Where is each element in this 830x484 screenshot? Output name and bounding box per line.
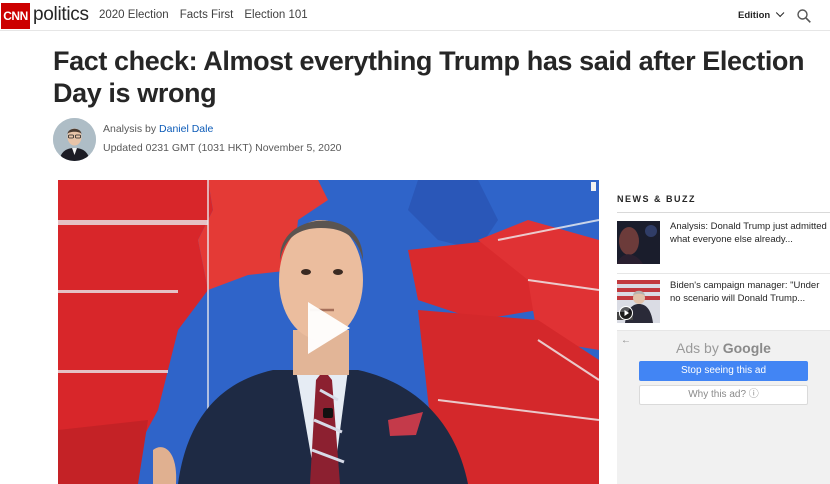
divider: [617, 273, 830, 274]
news-item-trump-admitted[interactable]: Analysis: Donald Trump just admitted wha…: [617, 221, 830, 265]
ad-panel: ← Ads by Google Stop seeing this ad Why …: [617, 331, 830, 484]
news-item-biden-campaign[interactable]: Biden's campaign manager: "Under no scen…: [617, 280, 830, 324]
ads-by-label: Ads by: [676, 340, 719, 356]
why-this-ad-button[interactable]: Why this ad? ⓘ: [639, 385, 808, 405]
google-label: Google: [722, 340, 771, 356]
play-icon: [619, 306, 633, 320]
video-player[interactable]: [58, 180, 599, 484]
news-buzz-heading: NEWS & BUZZ: [617, 194, 696, 204]
top-nav: 2020 Election Facts First Election 101: [99, 9, 308, 21]
play-icon[interactable]: [308, 302, 350, 354]
chevron-down-icon: [776, 8, 785, 18]
author-avatar[interactable]: [53, 118, 96, 161]
stop-seeing-ad-button[interactable]: Stop seeing this ad: [639, 361, 808, 381]
nav-item-2020-election[interactable]: 2020 Election: [99, 9, 169, 21]
more-icon[interactable]: [591, 182, 596, 191]
nav-item-facts-first[interactable]: Facts First: [180, 9, 234, 21]
edition-label: Edition: [738, 10, 771, 21]
news-item-text[interactable]: Biden's campaign manager: "Under no scen…: [670, 280, 830, 305]
updated-timestamp: Updated 0231 GMT (1031 HKT) November 5, …: [103, 142, 342, 154]
section-name[interactable]: politics: [33, 3, 89, 27]
search-icon[interactable]: [797, 9, 811, 23]
news-item-text[interactable]: Analysis: Donald Trump just admitted wha…: [670, 221, 830, 246]
nav-item-election-101[interactable]: Election 101: [244, 9, 307, 21]
byline-prefix: Analysis by: [103, 123, 157, 135]
top-bar: CNN politics 2020 Election Facts First E…: [0, 0, 830, 31]
news-thumbnail: [617, 280, 660, 323]
byline: Analysis by Daniel Dale: [103, 123, 213, 135]
ads-by-google: Ads by Google: [617, 340, 830, 356]
author-link[interactable]: Daniel Dale: [159, 123, 213, 135]
news-thumbnail: [617, 221, 660, 264]
edition-dropdown[interactable]: Edition: [738, 8, 785, 21]
cnn-logo[interactable]: CNN: [1, 3, 30, 29]
page-title: Fact check: Almost everything Trump has …: [53, 46, 805, 108]
divider: [617, 212, 830, 213]
